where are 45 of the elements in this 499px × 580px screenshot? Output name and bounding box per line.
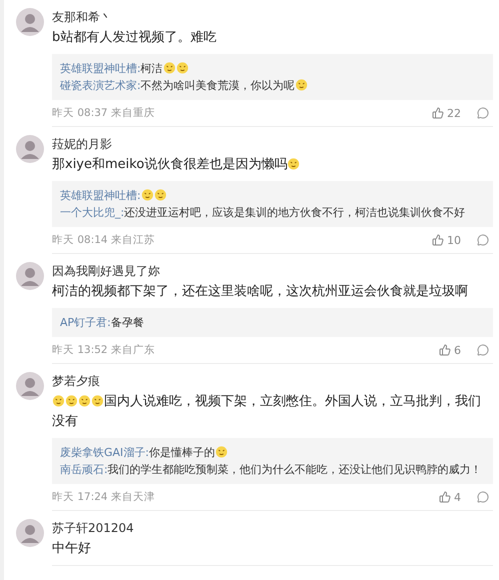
- comment-text: 国内人说难吃，视频下架，立刻憋住。外国人说，立马批判，我们没有: [52, 393, 482, 431]
- emoji-icon: [154, 188, 167, 201]
- emoji-icon: [176, 61, 189, 74]
- reply-text: 碰瓷表演艺术家:不然为啥叫美食荒漠，你以为呢: [60, 77, 485, 94]
- comment-text: 中午好: [52, 540, 92, 558]
- comment-text: b站都有人发过视频了。难吃: [52, 29, 218, 47]
- thumbs-up-icon: [439, 491, 451, 503]
- avatar-icon: [16, 372, 44, 400]
- emoji-icon: [140, 188, 154, 201]
- avatar-icon: [16, 135, 44, 163]
- reply-text: 废柴拿铁GAI溜子:你是懂棒子的: [60, 444, 485, 461]
- emoji-icon: [78, 394, 91, 407]
- username: 梦若夕痕: [52, 373, 101, 390]
- like-button[interactable]: 22: [432, 106, 461, 120]
- reply-text: AP钉子君:备孕餐: [60, 315, 145, 331]
- avatar-icon: [16, 8, 44, 36]
- reply-text: 一个大比兜_:还没进亚运村吧，应该是集训的地方伙食不行，柯洁也说集训伙食不好: [60, 205, 466, 221]
- emoji-icon: [294, 78, 308, 91]
- emoji-icon: [215, 445, 228, 458]
- emoji-icon: [162, 61, 176, 74]
- like-button[interactable]: 4: [439, 490, 461, 504]
- thumbs-up-icon: [439, 344, 451, 356]
- reply-text: 英雄联盟神吐槽:: [60, 187, 485, 204]
- comment-text: 柯洁的视频都下架了，还在这里装啥呢，这次杭州亚运会伙食就是垃圾啊: [52, 283, 469, 301]
- thumbs-up-icon: [432, 107, 444, 119]
- emoji-icon: [91, 394, 104, 407]
- emoji-icon: [287, 157, 300, 170]
- timestamp: 昨天 17:24 来自天津: [52, 490, 156, 504]
- emoji-icon: [52, 394, 65, 407]
- thumbs-up-icon: [432, 234, 444, 246]
- reply-text: 南岳顽石:我们的学生都能吃预制菜，他们为什么不能吃，还没让他们见识鸭脖的威力！: [60, 462, 483, 478]
- username: 苏子轩201204: [52, 520, 135, 537]
- like-button[interactable]: 10: [432, 234, 461, 246]
- username: 因為我剛好遇見了妳: [52, 263, 161, 280]
- username: 友那和希丶: [52, 9, 113, 26]
- reply-text: 英雄联盟神吐槽:柯洁: [60, 60, 485, 77]
- timestamp: 昨天 08:37 来自重庆: [52, 106, 156, 120]
- timestamp: 昨天 08:14 来自江苏: [52, 233, 156, 247]
- avatar-icon: [16, 262, 44, 290]
- comment-text: 那xiye和meiko说伙食很差也是因为懒吗: [52, 155, 493, 175]
- avatar-icon: [16, 519, 44, 547]
- like-button[interactable]: 6: [439, 344, 461, 356]
- username: 菈妮的月影: [52, 136, 113, 153]
- emoji-icon: [65, 394, 78, 407]
- timestamp: 昨天 13:52 来自广东: [52, 343, 156, 357]
